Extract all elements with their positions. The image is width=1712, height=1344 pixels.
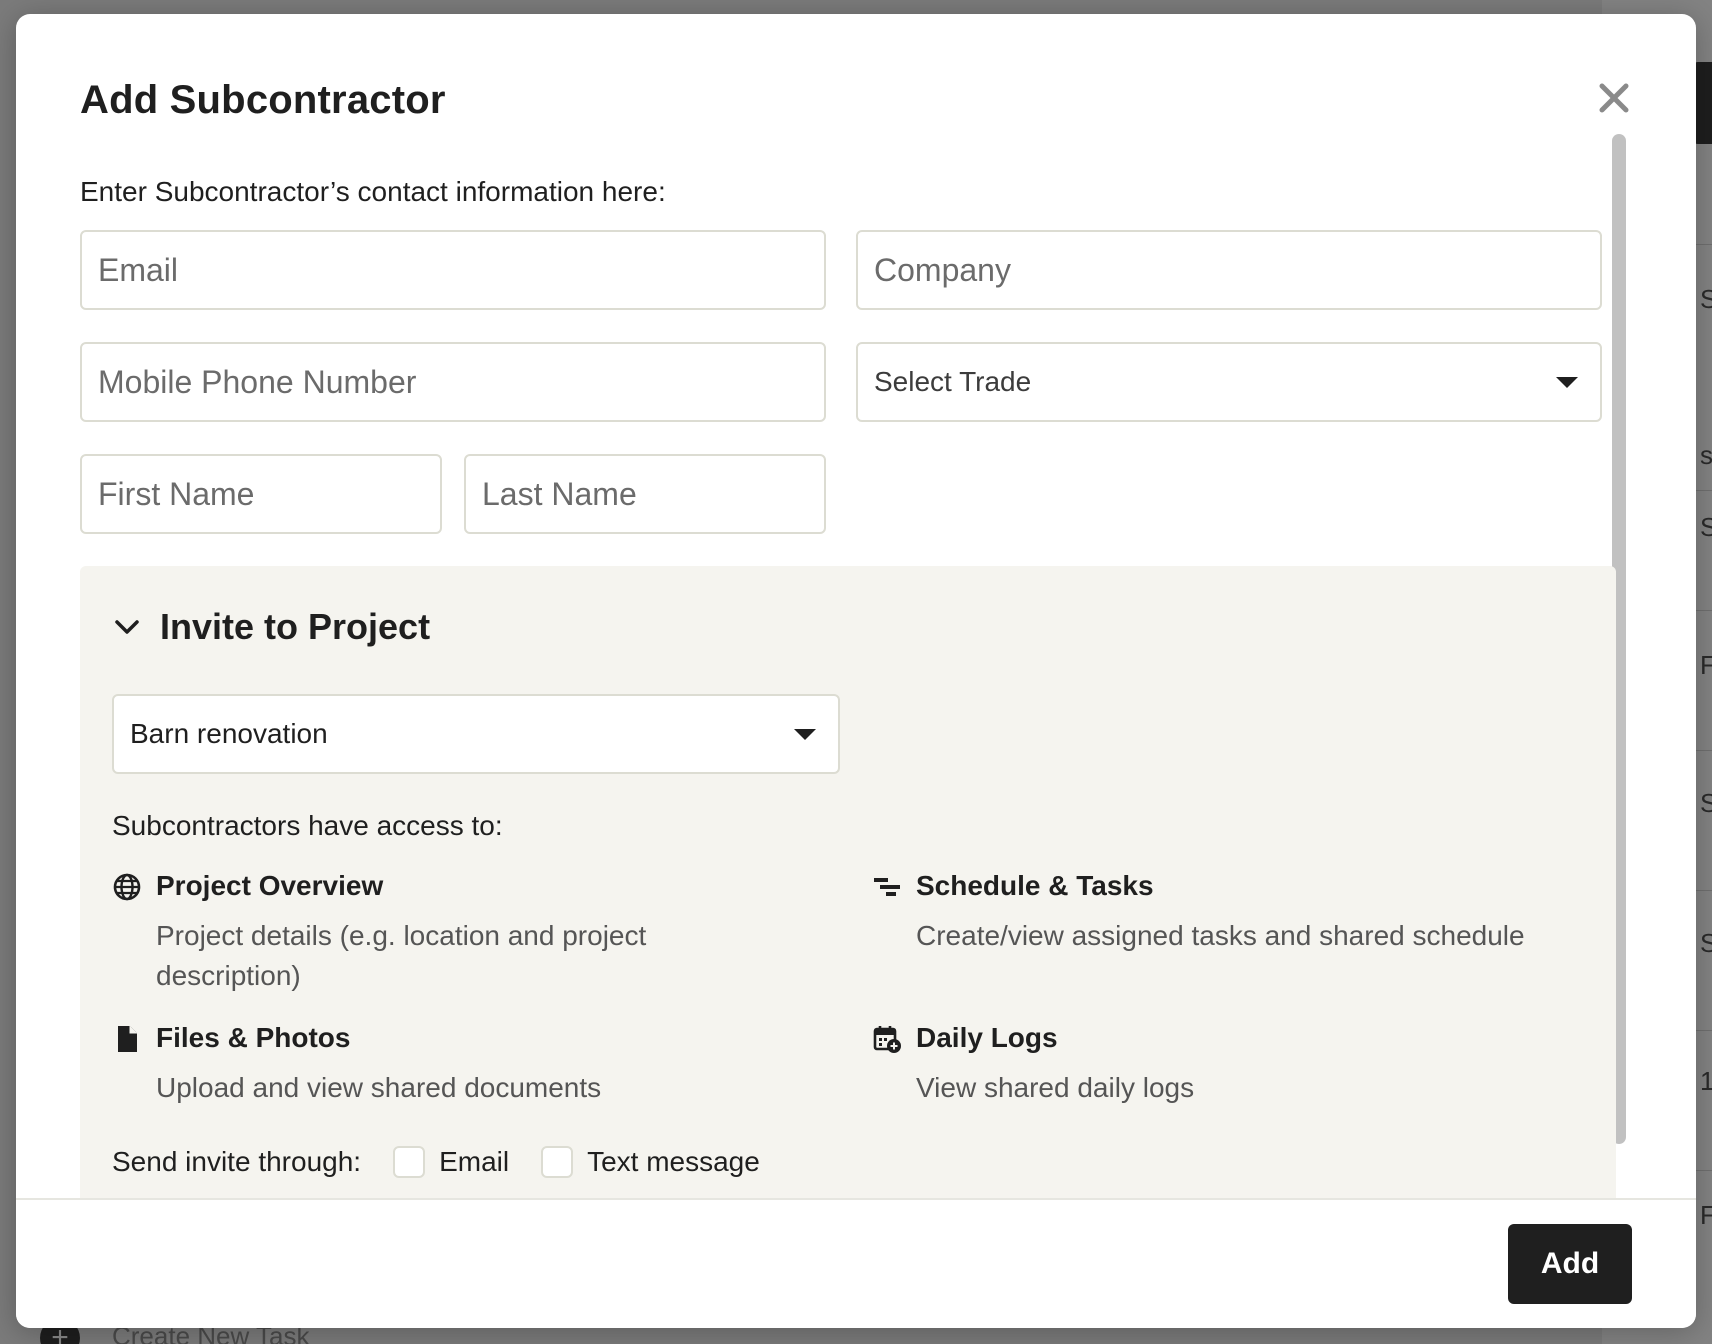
background-row-letter: F: [1700, 1200, 1712, 1230]
caret-down-icon: [794, 728, 816, 740]
modal-title: Add Subcontractor: [80, 78, 446, 122]
intro-text: Enter Subcontractor’s contact informatio…: [80, 176, 666, 207]
last-name-input[interactable]: [482, 475, 808, 513]
email-field[interactable]: [80, 230, 826, 310]
invite-section-toggle[interactable]: Invite to Project: [112, 606, 430, 648]
background-row-letter: S: [1700, 284, 1712, 314]
text-message-checkbox-label[interactable]: Text message: [587, 1146, 760, 1178]
background-row-letter: S: [1700, 928, 1712, 958]
company-field[interactable]: [856, 230, 1602, 310]
add-button[interactable]: Add: [1508, 1224, 1632, 1304]
background-row-letter: s: [1700, 440, 1712, 470]
first-name-input[interactable]: [98, 475, 424, 513]
email-checkbox[interactable]: [393, 1146, 426, 1178]
project-select[interactable]: Barn renovation: [112, 694, 840, 774]
mobile-phone-input[interactable]: [98, 363, 808, 401]
first-name-field[interactable]: [80, 454, 442, 534]
send-invite-label: Send invite through:: [112, 1146, 362, 1177]
trade-select-value: Select Trade: [874, 366, 1032, 397]
last-name-field[interactable]: [464, 454, 826, 534]
calendar-plus-icon: [872, 1024, 902, 1054]
background-row-letter: F: [1700, 650, 1712, 680]
feature-title: Schedule & Tasks: [916, 870, 1154, 901]
feature-description: Upload and view shared documents: [156, 1072, 602, 1103]
project-select-value: Barn renovation: [130, 718, 328, 749]
feature-description: Project details (e.g. location and proje…: [156, 920, 647, 991]
close-button[interactable]: [1596, 80, 1632, 116]
chevron-down-icon: [115, 620, 139, 634]
invite-section-title: Invite to Project: [160, 606, 431, 647]
close-icon: [1599, 83, 1629, 113]
caret-down-icon: [1556, 376, 1578, 388]
send-invite-row: Send invite through: Email Text message: [112, 1146, 760, 1178]
feature-description: View shared daily logs: [916, 1072, 1195, 1103]
email-checkbox-label[interactable]: Email: [439, 1146, 509, 1178]
background-row-letter: S: [1700, 512, 1712, 542]
add-subcontractor-modal: Add Subcontractor Enter Subcontractor’s …: [16, 14, 1696, 1328]
company-input[interactable]: [874, 251, 1584, 289]
feature-title: Files & Photos: [156, 1022, 351, 1053]
schedule-bars-icon: [872, 872, 902, 902]
background-row-letter: S: [1700, 788, 1712, 818]
email-input[interactable]: [98, 251, 808, 289]
globe-icon: [112, 872, 142, 902]
modal-body: Add Subcontractor Enter Subcontractor’s …: [16, 14, 1696, 1198]
feature-description: Create/view assigned tasks and shared sc…: [916, 920, 1525, 951]
access-label: Subcontractors have access to:: [112, 810, 503, 841]
feature-title: Daily Logs: [916, 1022, 1058, 1053]
file-icon: [112, 1024, 142, 1054]
feature-title: Project Overview: [156, 870, 384, 901]
background-row-letter: 1: [1700, 1066, 1712, 1096]
modal-footer: Add: [16, 1198, 1696, 1328]
trade-select[interactable]: Select Trade: [856, 342, 1602, 422]
text-message-checkbox[interactable]: [541, 1146, 574, 1178]
mobile-phone-field[interactable]: [80, 342, 826, 422]
invite-to-project-section: Invite to Project Barn renovation Subcon…: [80, 566, 1616, 1198]
